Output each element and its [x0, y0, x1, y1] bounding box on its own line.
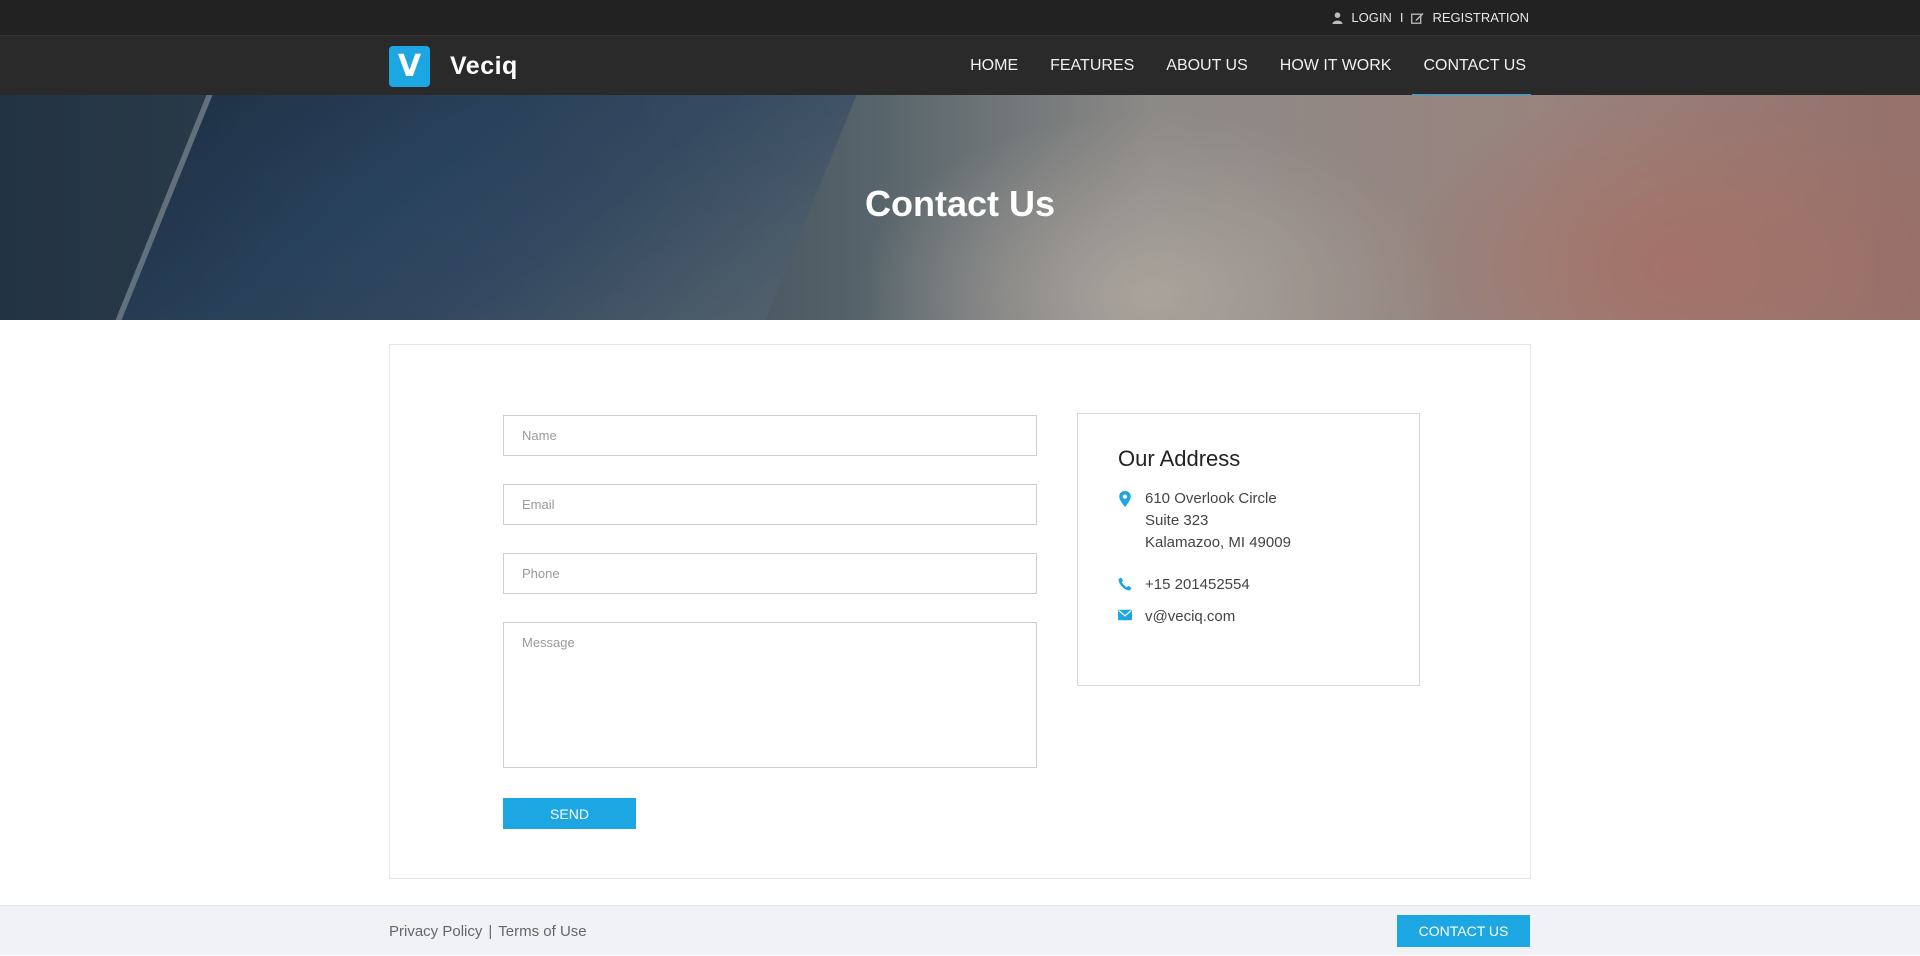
page-title: Contact Us [864, 183, 1056, 224]
contact-form: SEND [503, 415, 1037, 829]
nav-item-home[interactable]: HOME [954, 36, 1034, 96]
footer: Privacy Policy | Terms of Use CONTACT US [0, 905, 1920, 955]
address-phone: +15 201452554 [1118, 574, 1419, 596]
privacy-policy-link[interactable]: Privacy Policy [389, 923, 482, 940]
nav-item-features[interactable]: FEATURES [1034, 36, 1150, 96]
address-email: v@veciq.com [1118, 606, 1419, 628]
envelope-icon [1118, 609, 1132, 621]
footer-contact-button[interactable]: CONTACT US [1397, 915, 1530, 947]
address-box: Our Address 610 Overlook Circle Suite 32… [1077, 413, 1420, 686]
edit-icon [1411, 12, 1424, 24]
hero-banner: Contact Us [0, 95, 1920, 320]
nav-item-contact-us[interactable]: CONTACT US [1407, 36, 1531, 96]
top-utility-bar: LOGIN I REGISTRATION [0, 0, 1920, 35]
brand-name: Veciq [450, 51, 518, 80]
brand-logo[interactable]: V Veciq [389, 45, 518, 87]
login-link[interactable]: LOGIN [1332, 10, 1392, 25]
phone-field[interactable] [503, 553, 1037, 594]
address-street: 610 Overlook Circle [1145, 490, 1277, 507]
phone-icon [1118, 577, 1132, 591]
message-field[interactable] [503, 622, 1037, 768]
terms-of-use-link[interactable]: Terms of Use [498, 923, 586, 940]
topbar-separator: I [1399, 10, 1404, 25]
registration-label: REGISTRATION [1432, 10, 1529, 25]
address-title: Our Address [1118, 446, 1241, 471]
address-city: Kalamazoo, MI 49009 [1145, 534, 1291, 551]
send-button[interactable]: SEND [503, 798, 636, 829]
nav-item-how-it-work[interactable]: HOW IT WORK [1264, 36, 1408, 96]
nav-item-about-us[interactable]: ABOUT US [1150, 36, 1264, 96]
nav-menu: HOME FEATURES ABOUT US HOW IT WORK CONTA… [954, 36, 1531, 96]
address-location: 610 Overlook Circle Suite 323 Kalamazoo,… [1118, 488, 1419, 554]
user-icon [1332, 11, 1343, 24]
footer-separator: | [488, 922, 493, 940]
footer-links: Privacy Policy | Terms of Use [389, 923, 587, 940]
registration-link[interactable]: REGISTRATION [1411, 10, 1529, 25]
login-label: LOGIN [1351, 10, 1392, 25]
contact-card: SEND Our Address 610 Overlook Circle Sui… [389, 344, 1531, 879]
logo-badge: V [389, 45, 430, 87]
main-navbar: V Veciq HOME FEATURES ABOUT US HOW IT WO… [0, 35, 1920, 96]
name-field[interactable] [503, 415, 1037, 456]
address-suite: Suite 323 [1145, 512, 1209, 529]
map-pin-icon [1119, 491, 1131, 507]
phone-number: +15 201452554 [1145, 576, 1250, 593]
email-field[interactable] [503, 484, 1037, 525]
email-address[interactable]: v@veciq.com [1145, 606, 1235, 628]
